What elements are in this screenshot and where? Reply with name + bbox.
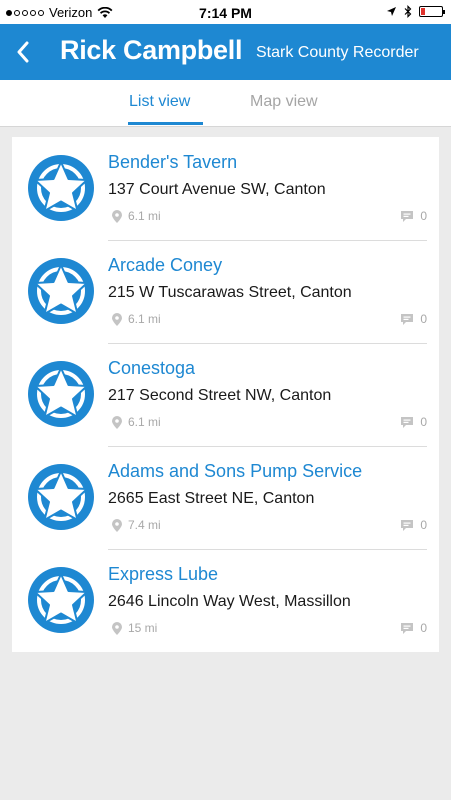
- map-pin-icon: [112, 518, 122, 532]
- distance: 6.1 mi: [112, 415, 161, 429]
- location-name: Adams and Sons Pump Service: [108, 461, 363, 481]
- star-badge-icon: [28, 258, 94, 324]
- location-address: 215 W Tuscarawas Street, Canton: [108, 284, 352, 301]
- list-item[interactable]: Conestoga 217 Second Street NW, Canton 6…: [12, 343, 439, 446]
- star-badge-icon: [28, 464, 94, 530]
- distance-value: 6.1 mi: [128, 415, 161, 429]
- comment-count-value: 0: [420, 312, 427, 326]
- location-name: Bender's Tavern: [108, 152, 238, 172]
- tab-list-view[interactable]: List view: [129, 93, 190, 111]
- status-bar: Verizon 7:14 PM: [0, 0, 451, 24]
- map-pin-icon: [112, 209, 122, 223]
- tab-map-view[interactable]: Map view: [250, 93, 318, 111]
- distance: 6.1 mi: [112, 209, 161, 223]
- comment-icon: [401, 519, 414, 531]
- location-arrow-icon: [387, 7, 396, 16]
- location-list: Bender's Tavern 137 Court Avenue SW, Can…: [12, 137, 439, 652]
- page-title: Rick Campbell: [60, 35, 243, 65]
- star-badge-icon: [28, 361, 94, 427]
- map-pin-icon: [112, 415, 122, 429]
- comment-count: 0: [400, 312, 427, 326]
- list-item[interactable]: Arcade Coney 215 W Tuscarawas Street, Ca…: [12, 240, 439, 343]
- map-pin-icon: [112, 621, 122, 635]
- list-item[interactable]: Adams and Sons Pump Service 2665 East St…: [12, 446, 439, 549]
- back-button[interactable]: [8, 36, 38, 68]
- comment-icon: [401, 313, 414, 325]
- location-address: 217 Second Street NW, Canton: [108, 387, 332, 404]
- distance-value: 7.4 mi: [128, 518, 161, 532]
- location-name: Arcade Coney: [108, 255, 223, 275]
- comment-count-value: 0: [420, 209, 427, 223]
- battery-icon: [419, 6, 445, 17]
- status-right: [386, 5, 445, 18]
- chevron-left-icon: [17, 41, 29, 63]
- distance-value: 15 mi: [128, 621, 158, 635]
- comment-icon: [401, 416, 414, 428]
- distance-value: 6.1 mi: [128, 312, 161, 326]
- comment-count: 0: [400, 209, 427, 223]
- location-name: Conestoga: [108, 358, 196, 378]
- active-tab-indicator: [128, 122, 203, 125]
- comment-count-value: 0: [420, 518, 427, 532]
- comment-count: 0: [400, 621, 427, 635]
- distance: 6.1 mi: [112, 312, 161, 326]
- page-subtitle: Stark County Recorder: [256, 44, 419, 61]
- app-header: Rick Campbell Stark County Recorder: [0, 24, 451, 80]
- distance-value: 6.1 mi: [128, 209, 161, 223]
- location-address: 137 Court Avenue SW, Canton: [108, 181, 326, 198]
- bluetooth-icon: [404, 5, 412, 18]
- comment-icon: [401, 210, 414, 222]
- list-item[interactable]: Express Lube 2646 Lincoln Way West, Mass…: [12, 549, 439, 652]
- location-address: 2646 Lincoln Way West, Massillon: [108, 593, 351, 610]
- location-address: 2665 East Street NE, Canton: [108, 490, 315, 507]
- distance: 15 mi: [112, 621, 157, 635]
- comment-count: 0: [400, 518, 427, 532]
- list-item[interactable]: Bender's Tavern 137 Court Avenue SW, Can…: [12, 137, 439, 240]
- comment-count-value: 0: [420, 621, 427, 635]
- location-name: Express Lube: [108, 564, 219, 584]
- status-time: 7:14 PM: [199, 5, 252, 21]
- comment-count-value: 0: [420, 415, 427, 429]
- map-pin-icon: [112, 312, 122, 326]
- star-badge-icon: [28, 155, 94, 221]
- distance: 7.4 mi: [112, 518, 161, 532]
- view-tabs: List view Map view: [0, 80, 451, 127]
- star-badge-icon: [28, 567, 94, 633]
- comment-count: 0: [400, 415, 427, 429]
- comment-icon: [401, 622, 414, 634]
